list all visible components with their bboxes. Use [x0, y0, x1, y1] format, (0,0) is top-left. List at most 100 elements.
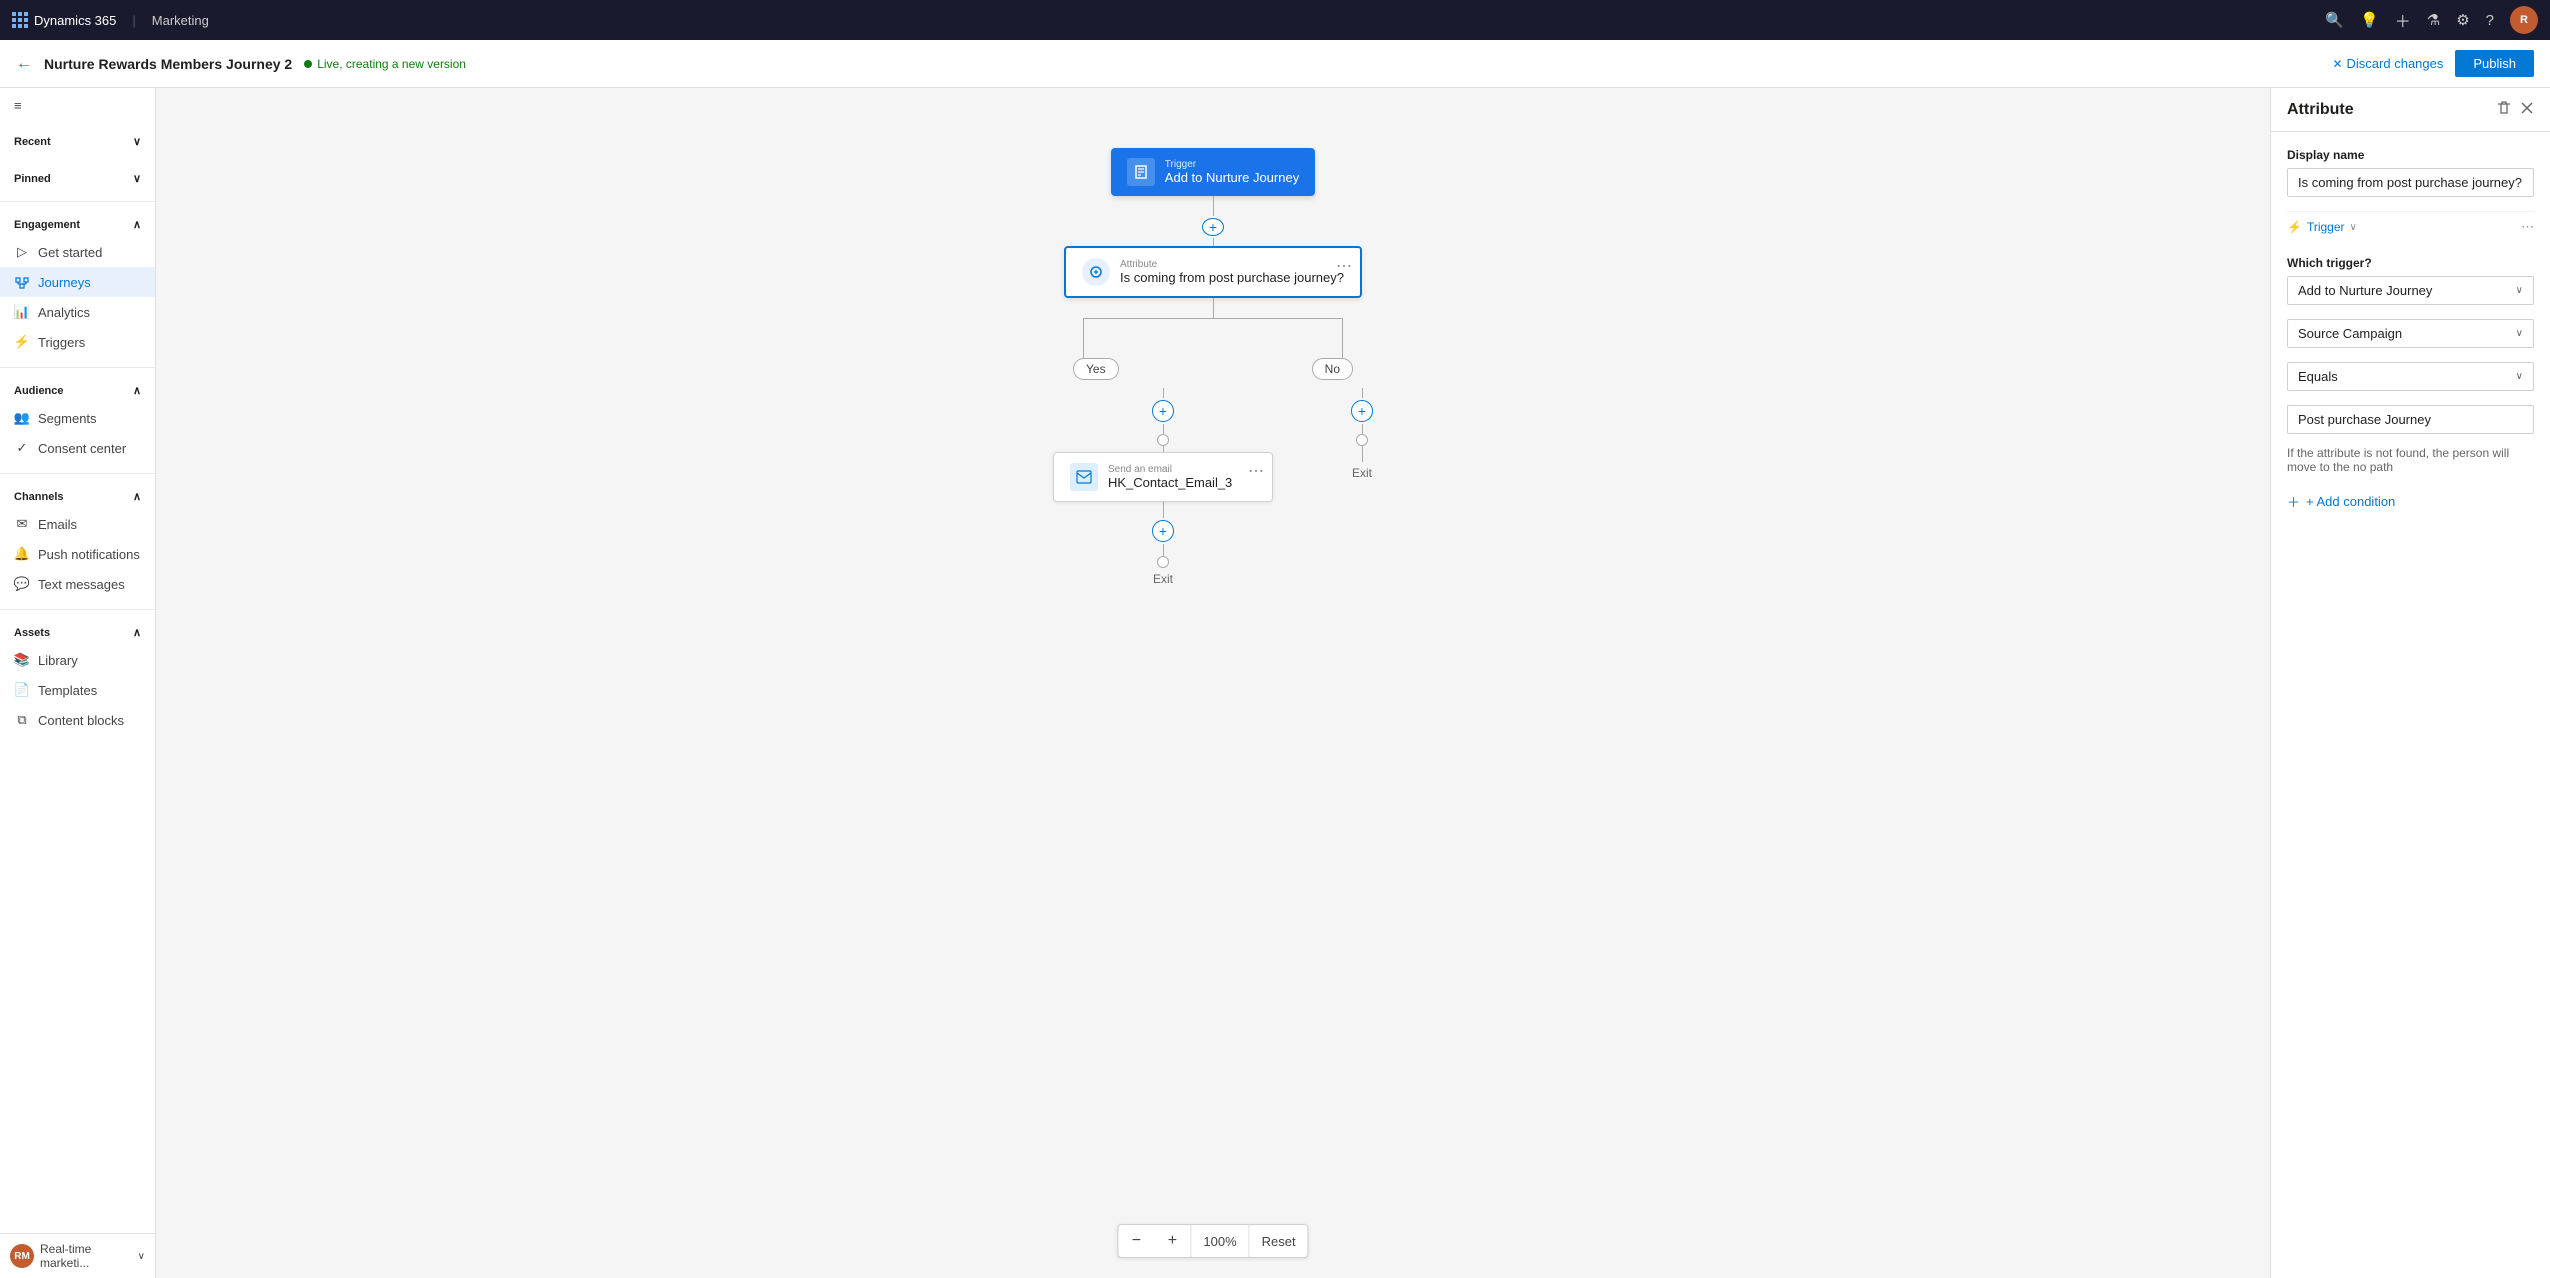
sidebar-item-push-notifications[interactable]: 🔔 Push notifications — [0, 539, 155, 569]
sidebar-item-emails[interactable]: ✉ Emails — [0, 509, 155, 539]
publish-button[interactable]: Publish — [2455, 50, 2534, 77]
yes-connector-top — [1163, 388, 1164, 398]
footer-dropdown-icon: ∨ — [138, 1251, 145, 1262]
canvas-area: Trigger Add to Nurture Journey + — [156, 88, 2270, 1278]
source-campaign-text: Source Campaign — [2298, 326, 2402, 341]
sidebar: ≡ Recent ∨ Pinned ∨ Engagement ∧ ▷ Get s… — [0, 88, 156, 1278]
sidebar-engagement-section: Engagement ∧ ▷ Get started Journeys 📊 An… — [0, 206, 155, 363]
attribute-node-more-button[interactable]: ⋯ — [1336, 256, 1352, 276]
grid-icon — [12, 12, 26, 28]
journeys-label: Journeys — [38, 275, 91, 290]
filter-icon[interactable]: ⚗ — [2427, 11, 2440, 29]
trigger-badge-icon: ⚡ — [2287, 220, 2302, 234]
email-node-label: Send an email — [1108, 464, 1232, 475]
connector-line-1 — [1213, 196, 1214, 216]
discard-changes-button[interactable]: ✕ Discard changes — [2332, 56, 2443, 71]
display-name-field-group: Display name — [2287, 148, 2534, 197]
analytics-icon: 📊 — [14, 304, 30, 320]
subheader-right-actions: ✕ Discard changes Publish — [2332, 50, 2534, 77]
panel-close-button[interactable] — [2520, 101, 2534, 118]
sidebar-item-get-started[interactable]: ▷ Get started — [0, 237, 155, 267]
search-icon[interactable]: 🔍 — [2325, 11, 2344, 29]
no-connector-top — [1362, 388, 1363, 398]
add-condition-label: + Add condition — [2306, 494, 2395, 509]
lightbulb-icon[interactable]: 💡 — [2360, 11, 2379, 29]
trigger-node[interactable]: Trigger Add to Nurture Journey — [1111, 148, 1315, 196]
zoom-reset-button[interactable]: Reset — [1250, 1225, 1308, 1257]
email-node-more-button[interactable]: ⋯ — [1248, 461, 1264, 481]
pinned-chevron-icon: ∨ — [133, 172, 141, 185]
segments-label: Segments — [38, 411, 97, 426]
sidebar-pinned-header[interactable]: Pinned ∨ — [0, 166, 155, 191]
add-node-button-no[interactable]: + — [1351, 400, 1373, 422]
sidebar-recent-header[interactable]: Recent ∨ — [0, 129, 155, 154]
zoom-in-button[interactable]: + — [1154, 1225, 1190, 1257]
trigger-node-text: Trigger Add to Nurture Journey — [1165, 159, 1299, 185]
consent-center-icon: ✓ — [14, 440, 30, 456]
add-condition-button[interactable]: ＋ + Add condition — [2287, 488, 2534, 515]
yes-branch-col: + Send an email HK_ — [1053, 388, 1273, 586]
branch-lines — [1023, 298, 1403, 358]
add-node-button-yes-bottom[interactable]: + — [1152, 520, 1174, 542]
branch-area: Yes No + — [1023, 298, 1403, 586]
source-campaign-dropdown[interactable]: Source Campaign ∨ — [2287, 319, 2534, 348]
assets-label: Assets — [14, 627, 50, 639]
panel-trigger-more-button[interactable]: ⋯ — [2521, 219, 2534, 235]
sidebar-pinned-section: Pinned ∨ — [0, 160, 155, 197]
library-icon: 📚 — [14, 652, 30, 668]
back-button[interactable]: ← — [16, 55, 32, 73]
add-node-button-yes[interactable]: + — [1152, 400, 1174, 422]
panel-header-actions — [2496, 100, 2534, 119]
email-node[interactable]: Send an email HK_Contact_Email_3 ⋯ — [1053, 452, 1273, 502]
trigger-value-dropdown[interactable]: Add to Nurture Journey ∨ — [2287, 276, 2534, 305]
live-dot-icon — [304, 60, 312, 68]
sidebar-channels-header[interactable]: Channels ∧ — [0, 484, 155, 509]
footer-avatar: RM — [10, 1244, 34, 1268]
no-branch-label: No — [1312, 358, 1353, 380]
app-logo[interactable]: Dynamics 365 — [12, 12, 116, 28]
sidebar-item-triggers[interactable]: ⚡ Triggers — [0, 327, 155, 357]
sidebar-item-segments[interactable]: 👥 Segments — [0, 403, 155, 433]
sidebar-recent-section: Recent ∨ — [0, 123, 155, 160]
engagement-label: Engagement — [14, 219, 80, 231]
attribute-node-name: Is coming from post purchase journey? — [1120, 270, 1344, 285]
app-name: Dynamics 365 — [34, 13, 116, 28]
topbar-separator: | — [132, 13, 135, 28]
sidebar-footer[interactable]: RM Real-time marketi... ∨ — [0, 1233, 155, 1278]
trigger-chevron-icon: ∨ — [2350, 222, 2357, 233]
help-icon[interactable]: ? — [2486, 12, 2494, 29]
add-icon[interactable]: ＋ — [2395, 8, 2411, 32]
journey-flow: Trigger Add to Nurture Journey + — [1023, 148, 1403, 586]
equals-dropdown[interactable]: Equals ∨ — [2287, 362, 2534, 391]
sidebar-item-library[interactable]: 📚 Library — [0, 645, 155, 675]
analytics-label: Analytics — [38, 305, 90, 320]
zoom-out-button[interactable]: − — [1118, 1225, 1154, 1257]
panel-delete-button[interactable] — [2496, 100, 2512, 119]
user-avatar[interactable]: R — [2510, 6, 2538, 34]
sidebar-item-consent-center[interactable]: ✓ Consent center — [0, 433, 155, 463]
panel-title: Attribute — [2287, 101, 2354, 119]
hamburger-menu-button[interactable]: ≡ — [0, 88, 155, 123]
topbar-right-actions: 🔍 💡 ＋ ⚗ ⚙ ? R — [2325, 6, 2538, 34]
display-name-input[interactable] — [2287, 168, 2534, 197]
sidebar-engagement-header[interactable]: Engagement ∧ — [0, 212, 155, 237]
branch-right-line — [1342, 318, 1343, 358]
sidebar-item-content-blocks[interactable]: ⧉ Content blocks — [0, 705, 155, 735]
sidebar-audience-header[interactable]: Audience ∧ — [0, 378, 155, 403]
settings-icon[interactable]: ⚙ — [2456, 11, 2469, 29]
sidebar-item-text-messages[interactable]: 💬 Text messages — [0, 569, 155, 599]
add-condition-plus-icon: ＋ — [2287, 492, 2300, 511]
sidebar-assets-header[interactable]: Assets ∧ — [0, 620, 155, 645]
add-node-button-1[interactable]: + — [1202, 218, 1224, 236]
sidebar-item-journeys[interactable]: Journeys — [0, 267, 155, 297]
sidebar-item-templates[interactable]: 📄 Templates — [0, 675, 155, 705]
sidebar-divider-4 — [0, 609, 155, 610]
content-blocks-icon: ⧉ — [14, 712, 30, 728]
attribute-node-icon — [1082, 258, 1110, 286]
trigger-badge[interactable]: ⚡ Trigger ∨ — [2287, 216, 2357, 238]
footer-label: Real-time marketi... — [40, 1242, 132, 1270]
attribute-node[interactable]: Attribute Is coming from post purchase j… — [1064, 246, 1362, 298]
post-purchase-input[interactable] — [2287, 405, 2534, 434]
zoom-controls: − + 100% Reset — [1117, 1224, 1308, 1258]
sidebar-item-analytics[interactable]: 📊 Analytics — [0, 297, 155, 327]
